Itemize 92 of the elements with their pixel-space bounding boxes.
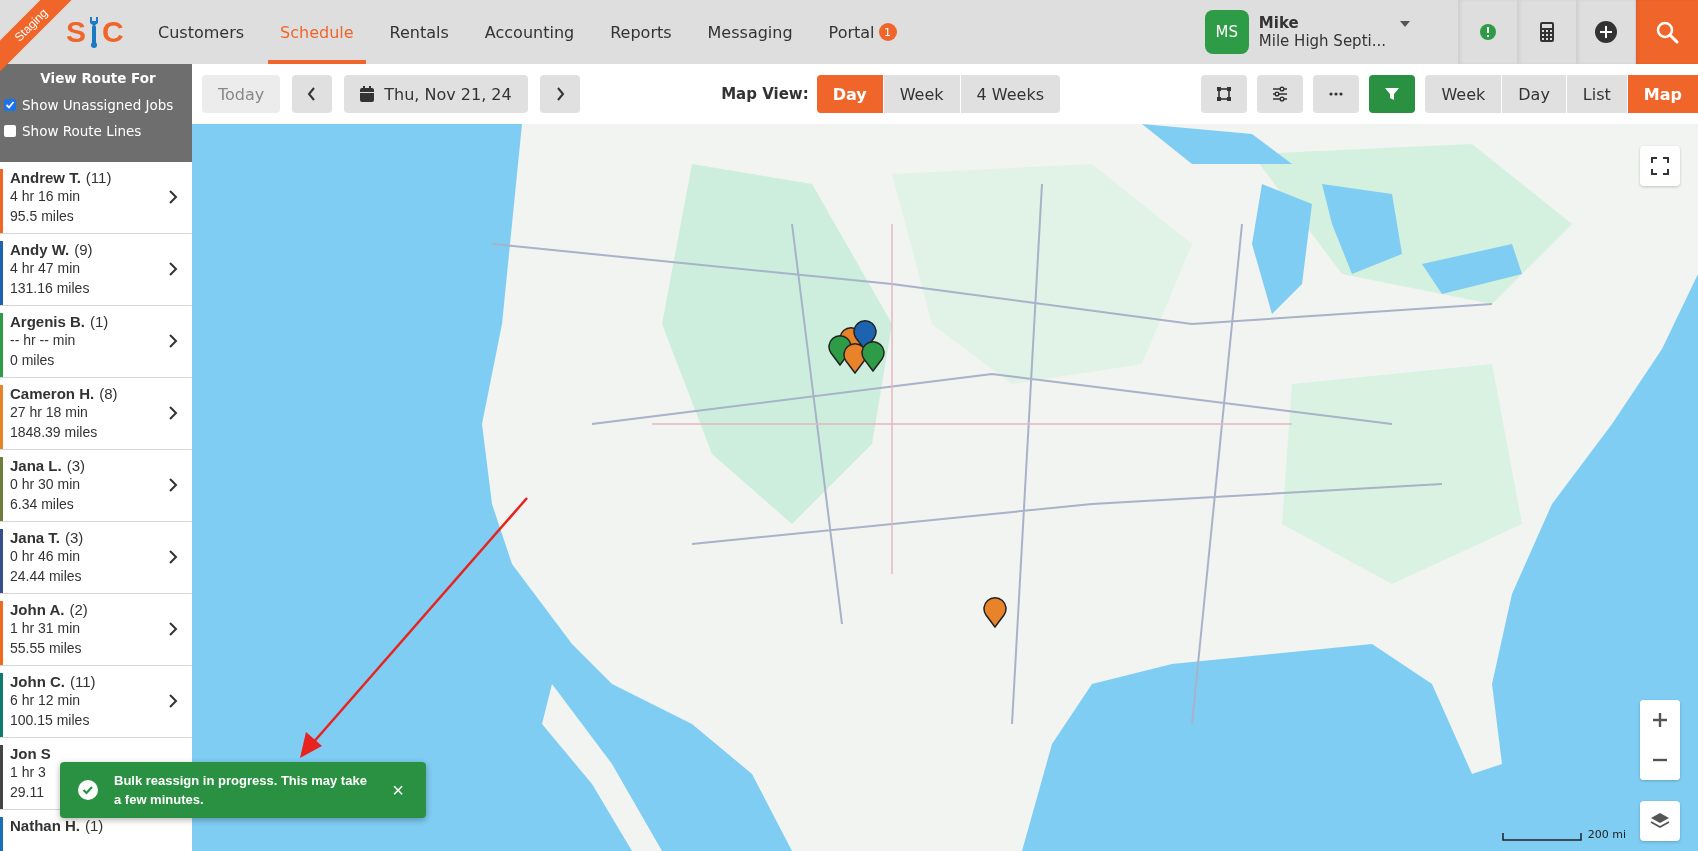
- route-distance: 6.34 miles: [10, 495, 74, 514]
- map-view-label: Map View:: [721, 85, 809, 103]
- job-count: (9): [74, 241, 93, 258]
- job-count: (8): [99, 385, 118, 402]
- settings-button[interactable]: [1257, 75, 1304, 113]
- route-distance: 100.15 miles: [10, 711, 90, 730]
- chevron-right-icon: [168, 261, 178, 277]
- route-distance: 24.44 miles: [10, 567, 82, 586]
- checkbox[interactable]: [4, 125, 16, 137]
- layers-button[interactable]: [1640, 801, 1680, 841]
- route-duration: 1 hr 31 min: [10, 619, 81, 638]
- checkbox-label: Show Unassigned Jobs: [22, 97, 174, 113]
- chevron-right-icon: [168, 405, 178, 421]
- plus-icon: [1652, 712, 1668, 728]
- job-count: (1): [90, 313, 109, 330]
- job-count: (11): [85, 169, 112, 186]
- fullscreen-button[interactable]: [1640, 146, 1680, 186]
- next-button[interactable]: [539, 75, 580, 113]
- nav-tab[interactable]: Rentals: [377, 0, 461, 64]
- route-distance: 95.5 miles: [10, 207, 74, 226]
- chevron-right-icon: [168, 477, 178, 493]
- user-avatar: MS: [1204, 10, 1249, 54]
- caret-icon: [1400, 21, 1410, 27]
- filter-button[interactable]: [1369, 75, 1416, 113]
- route-duration: 0 hr 30 min: [10, 475, 81, 494]
- company-name: Mile High Septi...: [1258, 32, 1386, 50]
- layers-icon: [1650, 811, 1670, 831]
- previous-button[interactable]: [292, 75, 333, 113]
- filter-icon: [1384, 86, 1401, 102]
- chevron-right-icon: [168, 549, 178, 565]
- nav-tab[interactable]: Reports: [598, 0, 684, 64]
- driver-name: Cameron H.: [10, 385, 95, 402]
- select-area-button[interactable]: [1201, 75, 1248, 113]
- view-tab[interactable]: Day: [1502, 75, 1566, 113]
- nav-tab[interactable]: Portal: [816, 0, 875, 64]
- chevron-right-icon: [168, 621, 178, 637]
- route-distance: 1848.39 miles: [10, 423, 98, 442]
- route-distance: 55.55 miles: [10, 639, 82, 658]
- job-count: (2): [69, 601, 88, 618]
- fullscreen-icon: [1651, 157, 1669, 175]
- sidebar-title: View Route For: [39, 70, 157, 86]
- job-count: (1): [85, 817, 104, 834]
- driver-name: Andy W.: [10, 241, 70, 258]
- route-duration: 6 hr 12 min: [10, 691, 81, 710]
- date-picker-button[interactable]: Thu, Nov 21, 24: [344, 75, 528, 113]
- nav-tab[interactable]: Customers: [146, 0, 257, 64]
- driver-name: John C.: [10, 673, 65, 690]
- checkbox-label: Show Route Lines: [22, 123, 142, 139]
- chevron-right-icon: [168, 189, 178, 205]
- view-tab[interactable]: List: [1566, 75, 1627, 113]
- route-distance: 29.11: [10, 783, 44, 802]
- scale-label: 200 mi: [1587, 828, 1626, 841]
- route-distance: 131.16 miles: [10, 279, 90, 298]
- zoom-in-button[interactable]: [1640, 700, 1680, 740]
- map-view-tab[interactable]: Week: [883, 75, 960, 113]
- user-name: Mike: [1258, 14, 1300, 32]
- route-duration: 1 hr 3: [10, 763, 46, 782]
- route-duration: 4 hr 16 min: [10, 187, 81, 206]
- job-count: (3): [66, 457, 86, 474]
- driver-name: Argenis B.: [10, 313, 85, 330]
- calendar-icon: [360, 86, 375, 102]
- sliders-icon: [1272, 86, 1289, 102]
- driver-name: John A.: [10, 601, 65, 618]
- chevron-left-icon: [307, 87, 318, 101]
- view-tab[interactable]: Week: [1425, 75, 1502, 113]
- chevron-right-icon: [554, 87, 565, 101]
- close-button[interactable]: ×: [388, 778, 408, 802]
- nav-tab[interactable]: Accounting: [472, 0, 587, 64]
- route-duration: 27 hr 18 min: [10, 403, 88, 422]
- toast-message: Bulk reassign in progress. This may take a few minutes.: [114, 772, 368, 809]
- search-icon: [1655, 20, 1679, 44]
- route-duration: -- hr -- min: [10, 331, 76, 350]
- notification-badge: 1: [878, 23, 897, 41]
- square-select-icon: [1216, 86, 1233, 102]
- job-count: (3): [65, 529, 84, 546]
- route-duration: 0 hr 46 min: [10, 547, 81, 566]
- driver-name: Nathan H.: [10, 817, 80, 834]
- driver-name: Jana T.: [10, 529, 61, 546]
- check-circle-icon: [78, 780, 98, 800]
- plus-icon: [1594, 20, 1618, 44]
- driver-name: Andrew T.: [10, 169, 81, 186]
- route-duration: 4 hr 47 min: [10, 259, 81, 278]
- job-count: (11): [70, 673, 96, 690]
- chevron-right-icon: [168, 333, 178, 349]
- driver-name: Jana L.: [10, 457, 62, 474]
- driver-name: Jon S: [10, 745, 51, 762]
- map-view-tab[interactable]: 4 Weeks: [960, 75, 1060, 113]
- route-distance: 0 miles: [10, 351, 55, 370]
- checkbox[interactable]: [4, 99, 16, 111]
- nav-tab[interactable]: Messaging: [695, 0, 805, 64]
- chevron-right-icon: [168, 693, 178, 709]
- user-menu[interactable]: MS Mike Mile High Septi...: [1204, 0, 1458, 64]
